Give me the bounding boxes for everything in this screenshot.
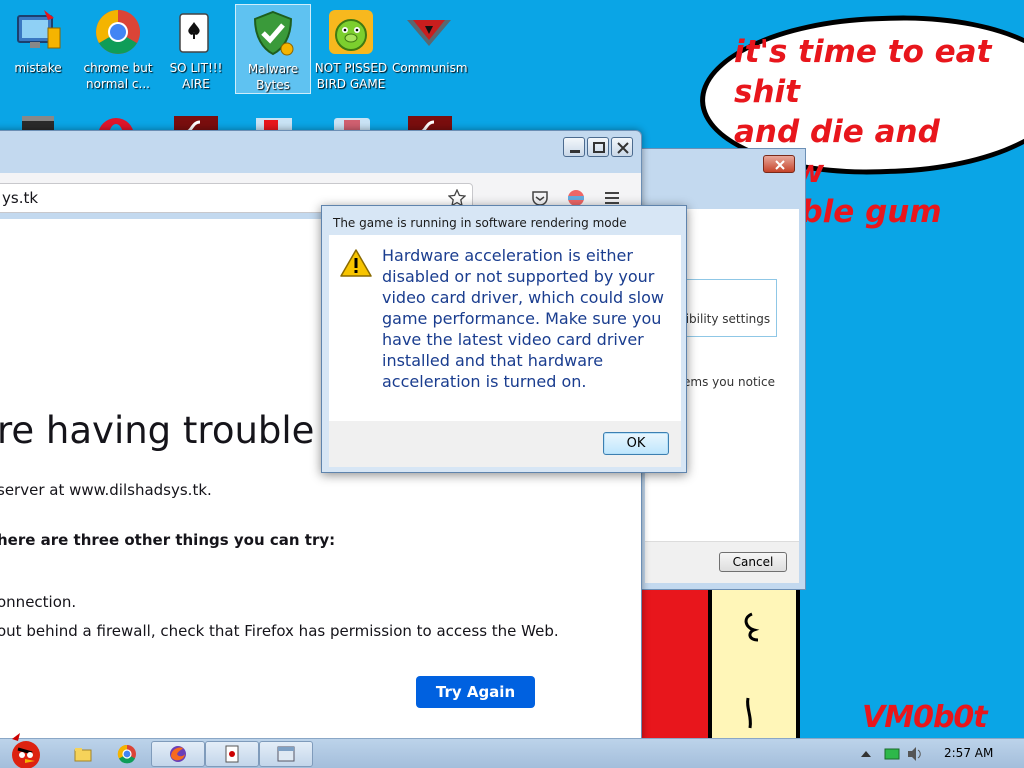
signature-text: VM0b0t [862, 700, 988, 735]
close-button[interactable] [611, 137, 633, 157]
taskbar-window[interactable] [259, 741, 313, 767]
restore-icon [593, 142, 605, 153]
desktop-icon-chrome[interactable]: chrome but normal c... [80, 4, 156, 94]
green-pig-icon [327, 8, 375, 56]
address-bar-text: ys.tk [2, 189, 39, 207]
start-button[interactable] [2, 731, 50, 768]
cards-icon [225, 745, 239, 763]
folder-icon [74, 748, 92, 762]
desktop-icon-label: NOT PISSED BIRD GAME [314, 61, 388, 91]
angry-bird-icon [12, 733, 40, 768]
communism-emblem-icon [405, 8, 453, 56]
desktop-icon-label: Communism [392, 61, 468, 75]
cancel-button[interactable]: Cancel [719, 552, 787, 572]
show-hidden-icons-icon[interactable] [860, 749, 872, 759]
drawing-yellow-block [708, 588, 800, 738]
monitor-icon [14, 8, 62, 56]
compatibility-window-footer: Cancel [645, 541, 799, 583]
error-tips-heading: here are three other things you can try: [0, 531, 336, 549]
desktop-icon-label: mistake [14, 61, 62, 75]
chrome-icon [94, 8, 142, 56]
desktop-icon-so-lit-aire[interactable]: SO LIT!!! AIRE [158, 4, 234, 94]
minimize-button[interactable] [563, 137, 585, 157]
dialog-message: Hardware acceleration is either disabled… [382, 246, 664, 391]
error-tip-firewall: out behind a firewall, check that Firefo… [0, 622, 559, 640]
try-again-button[interactable]: Try Again [416, 676, 535, 708]
close-icon [617, 142, 629, 154]
desktop-icon-not-pissed-bird-game[interactable]: NOT PISSED BIRD GAME [313, 4, 389, 94]
desktop-icon-label: chrome but normal c... [83, 61, 153, 91]
compatibility-settings-label: tibility settings [681, 312, 771, 326]
taskbar-chrome[interactable] [100, 741, 154, 767]
taskbar-firefox[interactable] [151, 741, 205, 767]
drawing-red-block [640, 588, 710, 738]
error-title: re having trouble fin [0, 409, 373, 452]
dialog-title: The game is running in software renderin… [333, 216, 627, 230]
shield-check-icon [249, 9, 297, 57]
warning-icon [340, 249, 372, 277]
desktop-icon-label: Malware Bytes [247, 62, 299, 92]
close-icon [775, 160, 785, 170]
network-icon[interactable] [884, 747, 900, 761]
dialog-body: Hardware acceleration is either disabled… [329, 235, 681, 421]
taskbar: 2:57 AM [0, 733, 1024, 768]
desktop-icon-label: SO LIT!!! AIRE [169, 61, 223, 91]
minimize-icon [570, 150, 580, 153]
window-icon [277, 746, 295, 762]
window-titlebar[interactable] [0, 131, 641, 173]
desktop-icon-mistake[interactable]: mistake [0, 4, 76, 94]
close-button[interactable] [763, 155, 795, 173]
ok-button[interactable]: OK [603, 432, 669, 455]
error-tip-connection: onnection. [0, 593, 77, 611]
solitaire-icon [172, 8, 220, 56]
desktop-icon-malware-bytes[interactable]: Malware Bytes [235, 4, 311, 94]
problems-label: ems you notice [683, 375, 775, 389]
dialog-footer: OK [329, 421, 681, 467]
desktop-icon-communism[interactable]: Communism [391, 4, 468, 94]
chrome-icon [117, 744, 136, 764]
taskbar-solitaire[interactable] [205, 741, 259, 767]
firefox-icon [170, 746, 186, 762]
maximize-button[interactable] [587, 137, 609, 157]
software-rendering-dialog[interactable]: The game is running in software renderin… [321, 205, 687, 473]
system-clock[interactable]: 2:57 AM [944, 746, 993, 760]
error-description: server at www.dilshadsys.tk. [0, 481, 212, 499]
volume-icon[interactable] [906, 746, 924, 762]
